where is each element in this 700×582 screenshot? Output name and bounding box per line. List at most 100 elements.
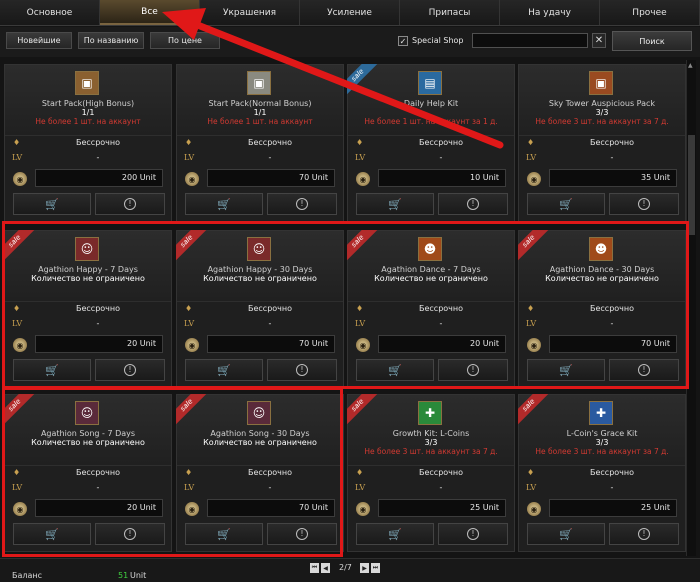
add-to-cart-button[interactable]: 🛒 <box>527 523 605 545</box>
prev-page-icon[interactable]: ◀ <box>321 563 330 573</box>
item-info-button[interactable]: ! <box>438 193 508 215</box>
chest-icon[interactable]: ▣ <box>247 71 271 95</box>
next-page-icon[interactable]: ▶ <box>360 563 369 573</box>
sale-ribbon: sale <box>518 394 554 430</box>
item-info-button[interactable]: ! <box>267 193 337 215</box>
special-shop-checkbox[interactable]: ✓ <box>398 36 408 46</box>
item-info-button[interactable]: ! <box>95 193 165 215</box>
level-value: - <box>439 153 443 162</box>
info-icon: ! <box>638 198 650 210</box>
level-label: LV <box>526 483 537 492</box>
search-input[interactable] <box>472 33 588 48</box>
hourglass-icon: ♦ <box>527 468 535 477</box>
add-to-cart-button[interactable]: 🛒 <box>356 193 434 215</box>
tab-enhancement[interactable]: Усиление <box>300 0 400 25</box>
level-row: LV - <box>519 151 685 165</box>
coin-icon: ◉ <box>527 502 541 516</box>
balance-unit: Unit <box>130 571 147 580</box>
item-card[interactable]: sale ✚ Growth Kit: L-Coins 3/3 Не более 3 шт… <box>347 394 515 552</box>
coin-icon: ◉ <box>185 172 199 186</box>
item-info-button[interactable]: ! <box>609 523 679 545</box>
info-icon: ! <box>124 198 136 210</box>
level-row: LV - <box>5 151 171 165</box>
sort-by-name-button[interactable]: По названию <box>78 32 144 49</box>
item-card[interactable]: sale ✚ L-Coin's Grace Kit 3/3 Не более 3 шт.… <box>518 394 686 552</box>
highlight-box-song-items <box>2 387 343 557</box>
clear-search-button[interactable]: ✕ <box>592 33 606 48</box>
search-button[interactable]: Поиск <box>612 31 692 51</box>
balance-value: 51 <box>118 571 129 580</box>
page-indicator: 2/7 <box>339 563 352 572</box>
purchase-limit: Не более 1 шт. на аккаунт <box>35 117 141 126</box>
sort-by-price-button[interactable]: По цене <box>150 32 220 49</box>
chest-icon[interactable]: ▣ <box>75 71 99 95</box>
hourglass-icon: ♦ <box>13 138 21 147</box>
hourglass-icon: ♦ <box>356 138 364 147</box>
item-info-button[interactable]: ! <box>609 193 679 215</box>
duration-row: ♦ Бессрочно <box>348 135 514 149</box>
special-shop-label: Special Shop <box>412 36 464 45</box>
level-row: LV - <box>519 481 685 495</box>
sort-newest-button[interactable]: Новейшие <box>6 32 72 49</box>
coin-icon: ◉ <box>13 172 27 186</box>
cart-icon: 🛒 <box>217 197 231 211</box>
coin-icon: ◉ <box>527 172 541 186</box>
scroll-up-icon[interactable]: ▲ <box>688 62 695 70</box>
cart-icon: 🛒 <box>45 197 59 211</box>
item-price: 70 Unit <box>207 169 335 187</box>
tab-accessories[interactable]: Украшения <box>200 0 300 25</box>
item-info-button[interactable]: ! <box>438 523 508 545</box>
balance-label: Баланс <box>12 571 43 580</box>
level-label: LV <box>12 153 23 162</box>
add-to-cart-button[interactable]: 🛒 <box>356 523 434 545</box>
item-price: 25 Unit <box>378 499 506 517</box>
duration-value: Бессрочно <box>589 138 635 147</box>
purchase-limit: Не более 1 шт. на аккаунт за 1 д. <box>364 117 498 126</box>
last-page-icon[interactable]: ⏭ <box>371 563 380 573</box>
sale-ribbon: sale <box>347 394 383 430</box>
item-name: L-Coin's Grace Kit <box>566 429 638 438</box>
duration-row: ♦ Бессрочно <box>177 135 343 149</box>
cart-icon: 🛒 <box>388 197 402 211</box>
level-value: - <box>439 483 443 492</box>
tab-luck[interactable]: На удачу <box>500 0 600 25</box>
kit-box-icon[interactable]: ▤ <box>418 71 442 95</box>
scroll-thumb[interactable] <box>688 135 695 235</box>
tab-supplies[interactable]: Припасы <box>400 0 500 25</box>
level-value: - <box>610 483 614 492</box>
cart-icon: 🛒 <box>388 527 402 541</box>
coin-icon: ◉ <box>356 172 370 186</box>
duration-row: ♦ Бессрочно <box>519 135 685 149</box>
first-page-icon[interactable]: ⏮ <box>310 563 319 573</box>
tab-other[interactable]: Прочее <box>600 0 700 25</box>
item-name: Sky Tower Auspicious Pack <box>548 99 656 108</box>
item-card[interactable]: ▣ Sky Tower Auspicious Pack 3/3 Не более 3 … <box>518 64 686 222</box>
item-card[interactable]: ▣ Start Pack(High Bonus) 1/1 Не более 1 шт.… <box>4 64 172 222</box>
sort-bar: Новейшие По названию По цене ✓ Special S… <box>0 27 700 57</box>
duration-value: Бессрочно <box>75 138 121 147</box>
item-card[interactable]: ▣ Start Pack(Normal Bonus) 1/1 Не более 1 ш… <box>176 64 344 222</box>
level-label: LV <box>355 483 366 492</box>
info-icon: ! <box>467 198 479 210</box>
category-tabs: Основное Все Украшения Усиление Припасы … <box>0 0 700 26</box>
duration-value: Бессрочно <box>418 468 464 477</box>
hourglass-icon: ♦ <box>185 138 193 147</box>
add-to-cart-button[interactable]: 🛒 <box>527 193 605 215</box>
gift-box-icon[interactable]: ✚ <box>418 401 442 425</box>
item-card[interactable]: sale ▤ Daily Help Kit Не более 1 шт. на акк… <box>347 64 515 222</box>
highlight-box-sale-row <box>2 221 689 389</box>
gift-box-icon[interactable]: ✚ <box>589 401 613 425</box>
tab-all[interactable]: Все <box>100 0 200 25</box>
cart-icon: 🛒 <box>559 527 573 541</box>
purchase-limit: Не более 3 шт. на аккаунт за 7 д. <box>535 117 669 126</box>
level-row: LV - <box>348 151 514 165</box>
add-to-cart-button[interactable]: 🛒 <box>13 193 91 215</box>
add-to-cart-button[interactable]: 🛒 <box>185 193 263 215</box>
tab-main[interactable]: Основное <box>0 0 100 25</box>
item-quantity: 3/3 <box>595 438 609 447</box>
item-quantity: 3/3 <box>595 108 609 117</box>
item-name: Daily Help Kit <box>403 99 459 108</box>
level-row: LV - <box>348 481 514 495</box>
chest-icon[interactable]: ▣ <box>589 71 613 95</box>
coin-icon: ◉ <box>356 502 370 516</box>
